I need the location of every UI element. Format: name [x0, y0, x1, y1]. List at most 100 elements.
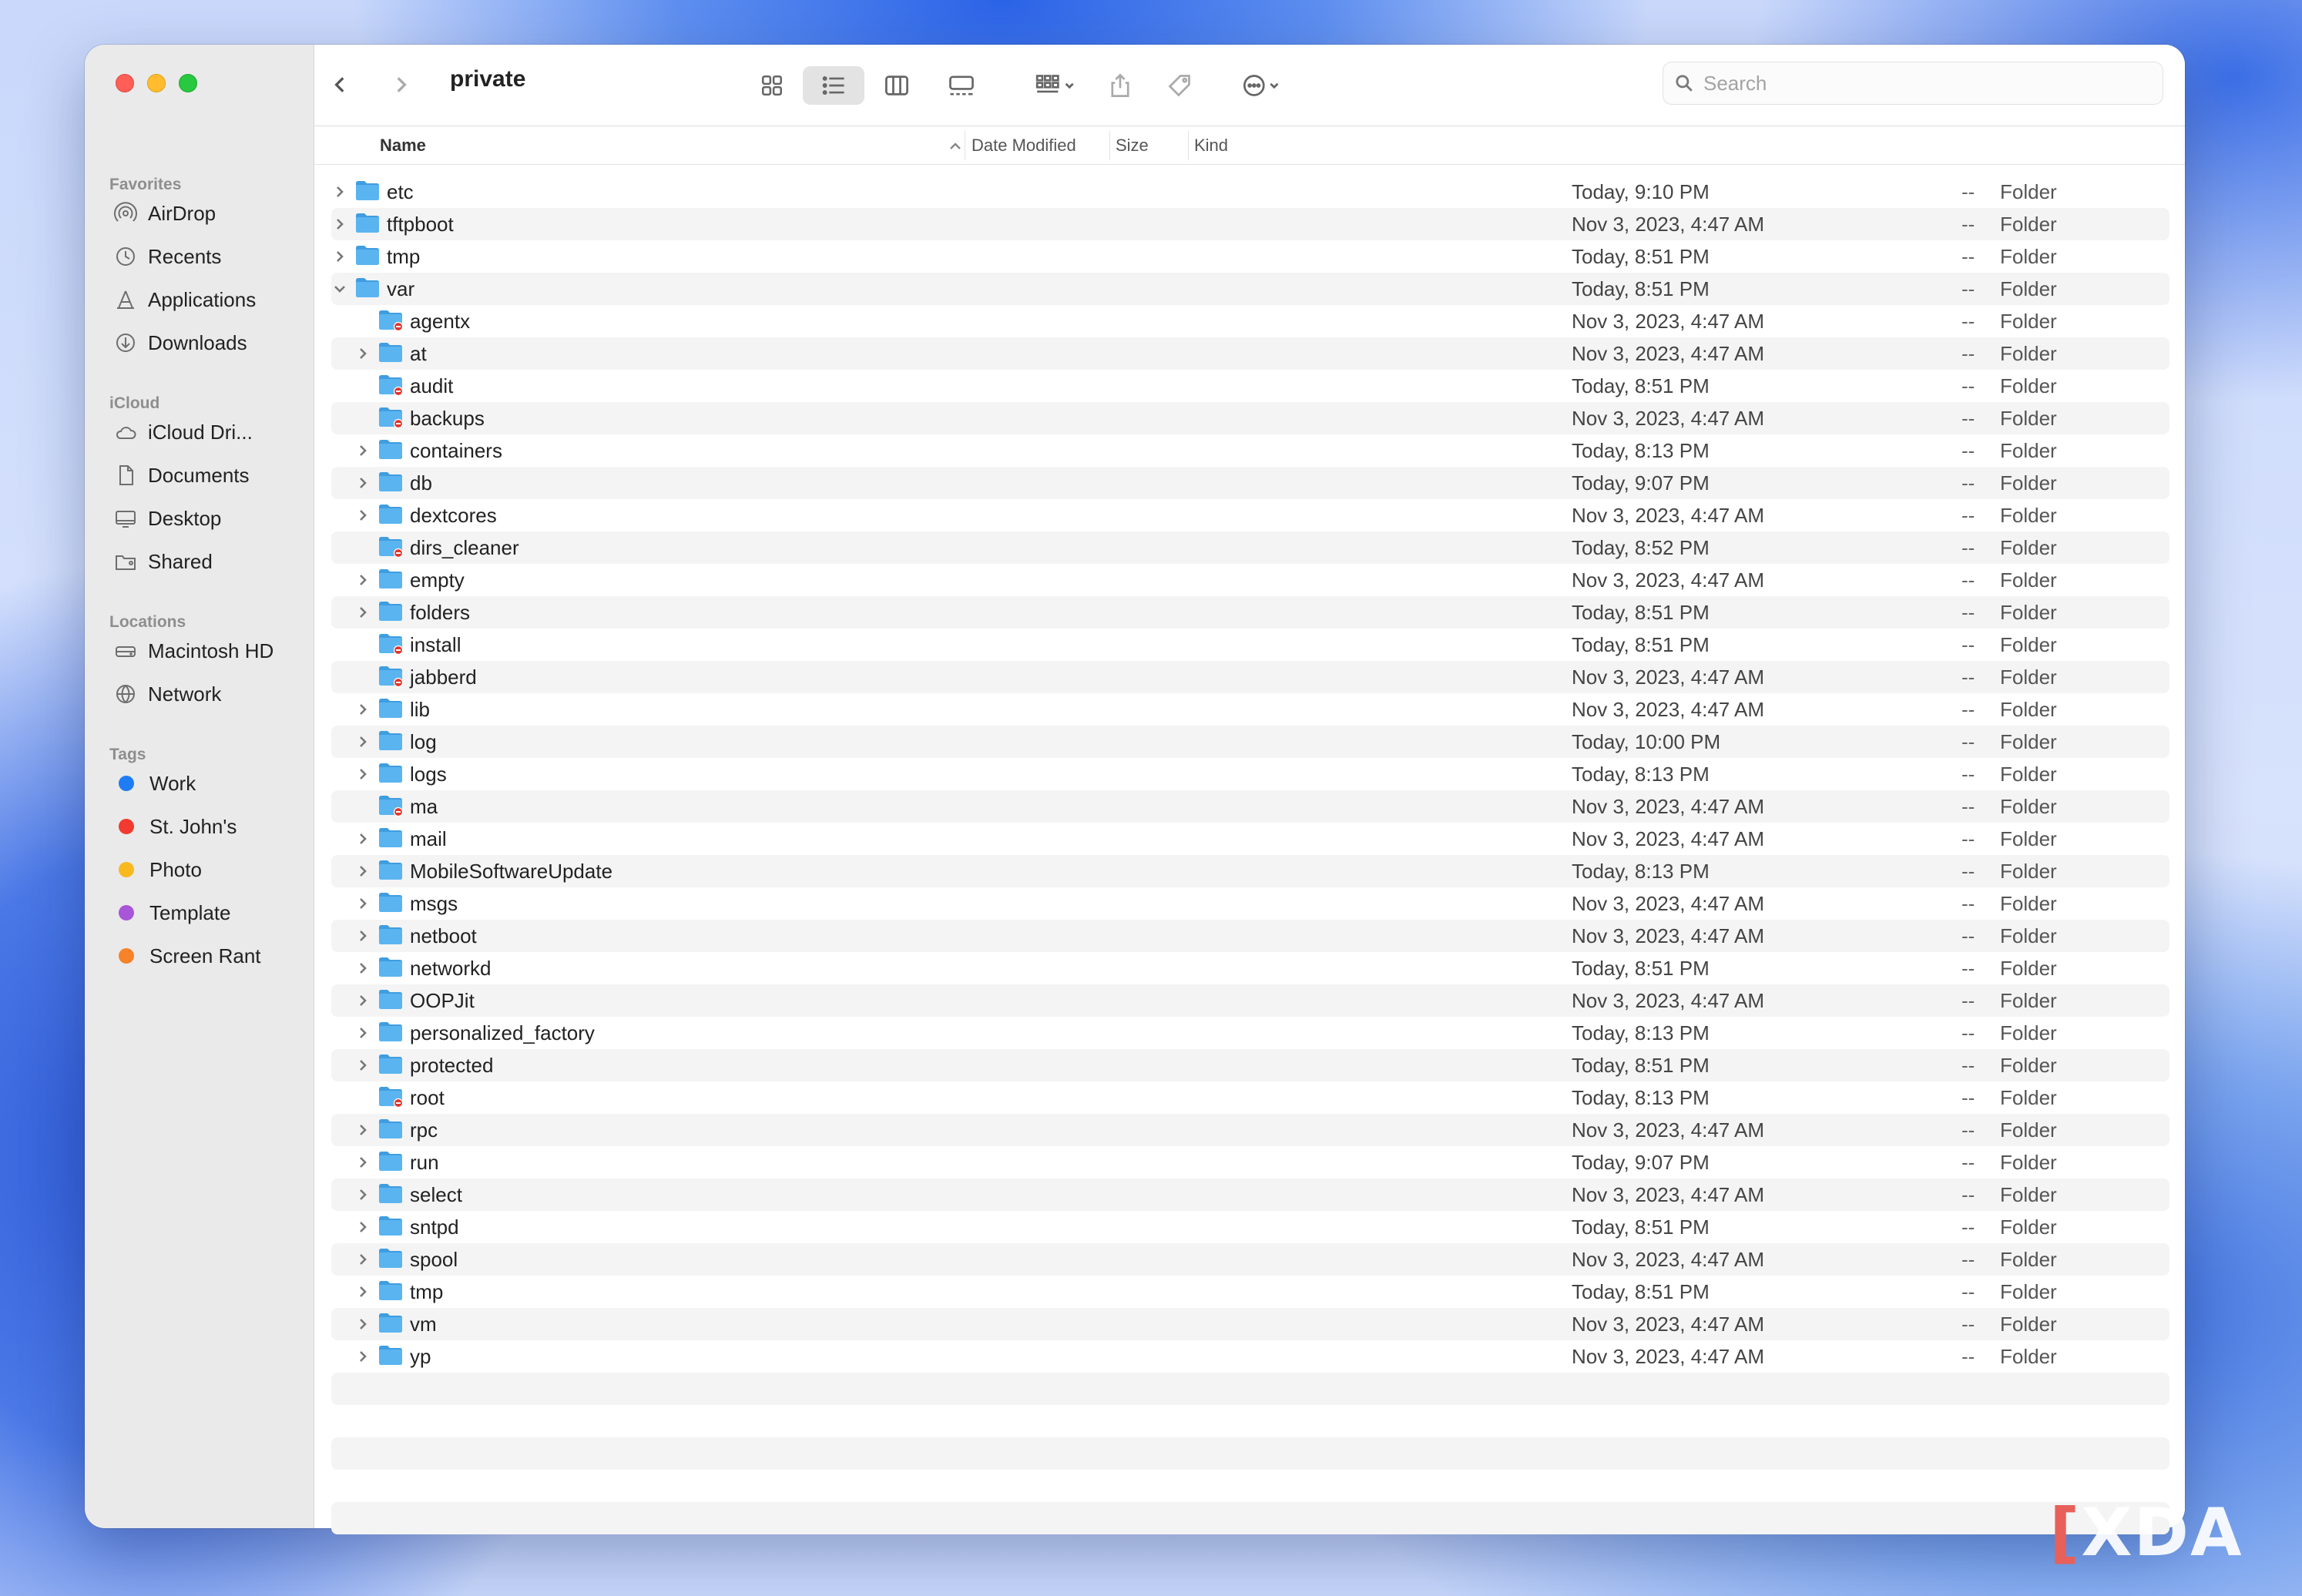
- disclosure-chevron-right-icon[interactable]: [331, 214, 350, 233]
- back-button[interactable]: [325, 69, 356, 100]
- table-row[interactable]: ma Nov 3, 2023, 4:47 AM -- Folder: [331, 790, 2169, 823]
- sidebar-item-downloads[interactable]: Downloads: [112, 325, 305, 360]
- disclosure-chevron-right-icon[interactable]: [354, 570, 373, 588]
- table-row[interactable]: agentx Nov 3, 2023, 4:47 AM -- Folder: [331, 305, 2169, 337]
- sidebar-item-shared[interactable]: Shared: [112, 544, 305, 579]
- disclosure-chevron-right-icon[interactable]: [354, 991, 373, 1009]
- sidebar-item-st-john-s[interactable]: St. John's: [112, 809, 305, 844]
- table-row[interactable]: logs Today, 8:13 PM -- Folder: [331, 758, 2169, 790]
- table-row[interactable]: var Today, 8:51 PM -- Folder: [331, 273, 2169, 305]
- disclosure-chevron-right-icon[interactable]: [354, 441, 373, 459]
- disclosure-chevron-right-icon[interactable]: [354, 1120, 373, 1138]
- table-row[interactable]: mail Nov 3, 2023, 4:47 AM -- Folder: [331, 823, 2169, 855]
- table-row[interactable]: run Today, 9:07 PM -- Folder: [331, 1146, 2169, 1179]
- sidebar-item-work[interactable]: Work: [112, 766, 305, 801]
- table-row[interactable]: personalized_factory Today, 8:13 PM -- Fold…: [331, 1017, 2169, 1049]
- table-row[interactable]: spool Nov 3, 2023, 4:47 AM -- Folder: [331, 1243, 2169, 1276]
- sidebar-item-recents[interactable]: Recents: [112, 239, 305, 274]
- disclosure-chevron-right-icon[interactable]: [354, 602, 373, 621]
- disclosure-chevron-right-icon[interactable]: [354, 1185, 373, 1203]
- column-kind[interactable]: Kind: [1194, 136, 1228, 156]
- table-row[interactable]: sntpd Today, 8:51 PM -- Folder: [331, 1211, 2169, 1243]
- table-row[interactable]: folders Today, 8:51 PM -- Folder: [331, 596, 2169, 629]
- disclosure-chevron-right-icon[interactable]: [354, 1346, 373, 1365]
- disclosure-chevron-right-icon[interactable]: [354, 473, 373, 491]
- disclosure-chevron-right-icon[interactable]: [354, 958, 373, 977]
- table-row[interactable]: tmp Today, 8:51 PM -- Folder: [331, 240, 2169, 273]
- table-row[interactable]: db Today, 9:07 PM -- Folder: [331, 467, 2169, 499]
- table-row[interactable]: backups Nov 3, 2023, 4:47 AM -- Folder: [331, 402, 2169, 434]
- sidebar-item-airdrop[interactable]: AirDrop: [112, 196, 305, 231]
- table-row[interactable]: empty Nov 3, 2023, 4:47 AM -- Folder: [331, 564, 2169, 596]
- disclosure-chevron-right-icon[interactable]: [354, 699, 373, 718]
- zoom-button[interactable]: [179, 74, 197, 92]
- table-row[interactable]: OOPJit Nov 3, 2023, 4:47 AM -- Folder: [331, 984, 2169, 1017]
- sidebar-item-network[interactable]: Network: [112, 676, 305, 712]
- sidebar-item-photo[interactable]: Photo: [112, 852, 305, 887]
- column-view-button[interactable]: [875, 66, 918, 105]
- list-view-button[interactable]: [803, 66, 864, 105]
- group-button[interactable]: [1023, 66, 1088, 105]
- table-row[interactable]: protected Today, 8:51 PM -- Folder: [331, 1049, 2169, 1081]
- disclosure-chevron-right-icon[interactable]: [354, 926, 373, 944]
- disclosure-chevron-right-icon[interactable]: [354, 505, 373, 524]
- disclosure-chevron-right-icon[interactable]: [354, 861, 373, 880]
- table-row[interactable]: at Nov 3, 2023, 4:47 AM -- Folder: [331, 337, 2169, 370]
- table-row[interactable]: networkd Today, 8:51 PM -- Folder: [331, 952, 2169, 984]
- tag-button[interactable]: [1162, 66, 1197, 105]
- sidebar-item-template[interactable]: Template: [112, 895, 305, 930]
- sidebar-item-screen-rant[interactable]: Screen Rant: [112, 938, 305, 974]
- disclosure-chevron-right-icon[interactable]: [331, 246, 350, 265]
- disclosure-chevron-right-icon[interactable]: [354, 1217, 373, 1236]
- column-date-modified[interactable]: Date Modified: [971, 136, 1076, 156]
- disclosure-chevron-right-icon[interactable]: [331, 182, 350, 200]
- table-row[interactable]: netboot Nov 3, 2023, 4:47 AM -- Folder: [331, 920, 2169, 952]
- table-row[interactable]: lib Nov 3, 2023, 4:47 AM -- Folder: [331, 693, 2169, 726]
- table-row[interactable]: install Today, 8:51 PM -- Folder: [331, 629, 2169, 661]
- sidebar-item-applications[interactable]: Applications: [112, 282, 305, 317]
- icon-view-button[interactable]: [750, 66, 794, 105]
- column-name[interactable]: Name: [380, 136, 426, 156]
- disclosure-chevron-down-icon[interactable]: [331, 279, 350, 297]
- action-menu-button[interactable]: [1233, 66, 1291, 105]
- forward-button[interactable]: [385, 69, 416, 100]
- disclosure-chevron-right-icon[interactable]: [354, 1055, 373, 1074]
- table-row[interactable]: rpc Nov 3, 2023, 4:47 AM -- Folder: [331, 1114, 2169, 1146]
- table-row[interactable]: MobileSoftwareUpdate Today, 8:13 PM -- Fold…: [331, 855, 2169, 887]
- minimize-button[interactable]: [147, 74, 166, 92]
- share-button[interactable]: [1103, 66, 1137, 105]
- sidebar-item-documents[interactable]: Documents: [112, 458, 305, 493]
- disclosure-chevron-right-icon[interactable]: [354, 764, 373, 783]
- table-row[interactable]: tftpboot Nov 3, 2023, 4:47 AM -- Folder: [331, 208, 2169, 240]
- table-row[interactable]: dirs_cleaner Today, 8:52 PM -- Folder: [331, 531, 2169, 564]
- disclosure-chevron-right-icon[interactable]: [354, 1023, 373, 1041]
- table-row[interactable]: msgs Nov 3, 2023, 4:47 AM -- Folder: [331, 887, 2169, 920]
- table-row[interactable]: audit Today, 8:51 PM -- Folder: [331, 370, 2169, 402]
- sidebar-item-macintosh-hd[interactable]: Macintosh HD: [112, 633, 305, 669]
- search-input[interactable]: [1703, 71, 2135, 96]
- disclosure-chevron-right-icon[interactable]: [354, 1314, 373, 1333]
- disclosure-chevron-right-icon[interactable]: [354, 1152, 373, 1171]
- disclosure-chevron-right-icon[interactable]: [354, 829, 373, 847]
- table-row[interactable]: root Today, 8:13 PM -- Folder: [331, 1081, 2169, 1114]
- sidebar-item-icloud-dri[interactable]: iCloud Dri...: [112, 414, 305, 450]
- table-row[interactable]: yp Nov 3, 2023, 4:47 AM -- Folder: [331, 1340, 2169, 1373]
- table-row[interactable]: select Nov 3, 2023, 4:47 AM -- Folder: [331, 1179, 2169, 1211]
- disclosure-chevron-right-icon[interactable]: [354, 344, 373, 362]
- disclosure-chevron-right-icon[interactable]: [354, 894, 373, 912]
- disclosure-chevron-right-icon[interactable]: [354, 1249, 373, 1268]
- close-button[interactable]: [116, 74, 134, 92]
- sidebar-item-desktop[interactable]: Desktop: [112, 501, 305, 536]
- table-row[interactable]: etc Today, 9:10 PM -- Folder: [331, 176, 2169, 208]
- table-row[interactable]: tmp Today, 8:51 PM -- Folder: [331, 1276, 2169, 1308]
- gallery-view-button[interactable]: [938, 66, 985, 105]
- search-field[interactable]: [1663, 62, 2163, 105]
- table-row[interactable]: jabberd Nov 3, 2023, 4:47 AM -- Folder: [331, 661, 2169, 693]
- disclosure-chevron-right-icon[interactable]: [354, 732, 373, 750]
- table-row[interactable]: log Today, 10:00 PM -- Folder: [331, 726, 2169, 758]
- disclosure-chevron-right-icon[interactable]: [354, 1282, 373, 1300]
- table-row[interactable]: dextcores Nov 3, 2023, 4:47 AM -- Folder: [331, 499, 2169, 531]
- sort-chevron-up-icon[interactable]: [948, 139, 963, 154]
- table-row[interactable]: containers Today, 8:13 PM -- Folder: [331, 434, 2169, 467]
- column-size[interactable]: Size: [1116, 136, 1149, 156]
